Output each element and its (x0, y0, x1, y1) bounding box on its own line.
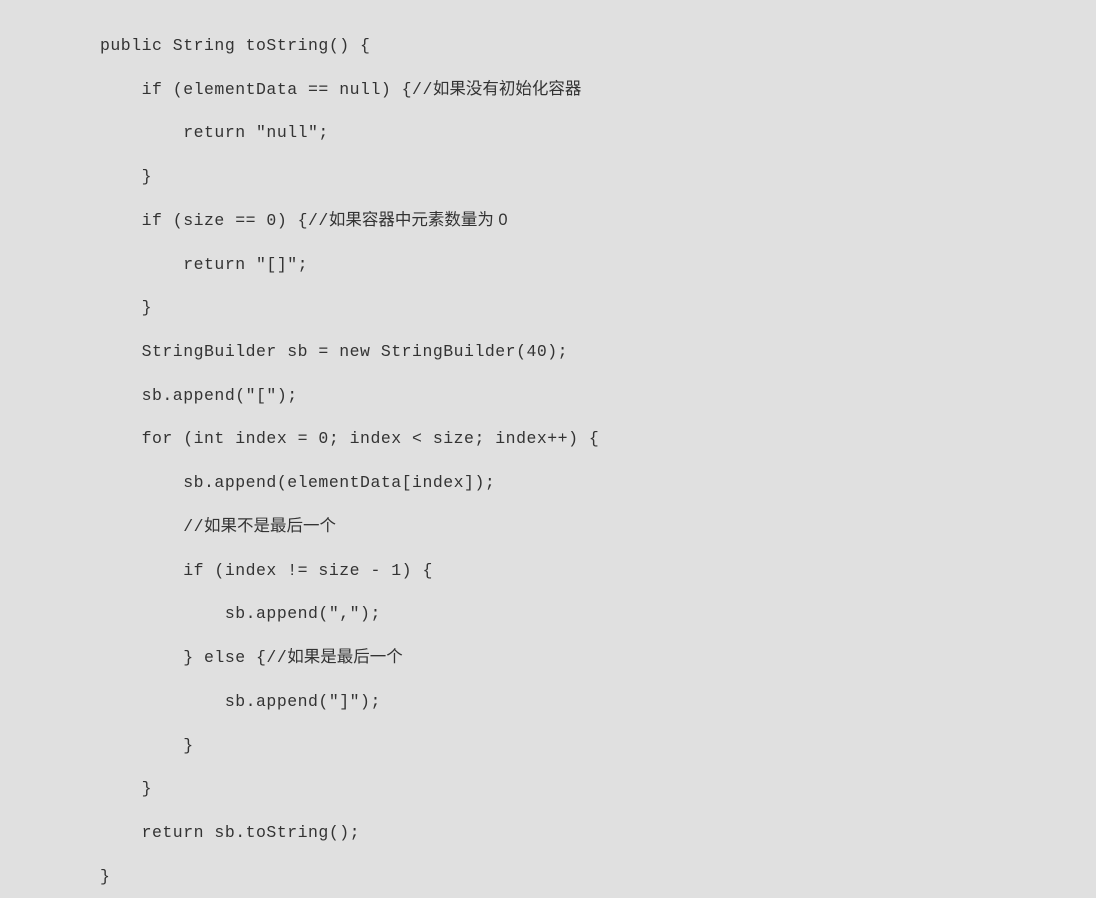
code-line: } (100, 855, 1096, 898)
code-line: if (index != size - 1) { (100, 549, 1096, 593)
code-comment-cjk: 如果不是最后一个 (204, 517, 336, 535)
code-line: StringBuilder sb = new StringBuilder(40)… (100, 330, 1096, 374)
code-line: return "null"; (100, 111, 1096, 155)
code-line: return sb.toString(); (100, 811, 1096, 855)
code-line: if (elementData == null) {//如果没有初始化容器 (100, 68, 1096, 112)
code-line: sb.append("]"); (100, 680, 1096, 724)
code-comment-cjk: 如果是最后一个 (287, 648, 403, 666)
code-line: for (int index = 0; index < size; index+… (100, 417, 1096, 461)
code-block: public String toString() { if (elementDa… (100, 24, 1096, 898)
code-comment-cjk: 如果容器中元素数量为 0 (329, 211, 508, 229)
code-line: if (size == 0) {//如果容器中元素数量为 0 (100, 199, 1096, 243)
code-line: } (100, 767, 1096, 811)
code-line: } (100, 286, 1096, 330)
code-line: return "[]"; (100, 243, 1096, 287)
code-line: public String toString() { (100, 24, 1096, 68)
code-line: } (100, 155, 1096, 199)
code-line: } (100, 724, 1096, 768)
code-line: //如果不是最后一个 (100, 505, 1096, 549)
code-line: sb.append("["); (100, 374, 1096, 418)
code-line: sb.append(","); (100, 592, 1096, 636)
code-comment-cjk: 如果没有初始化容器 (433, 80, 582, 98)
code-line: } else {//如果是最后一个 (100, 636, 1096, 680)
code-line: sb.append(elementData[index]); (100, 461, 1096, 505)
